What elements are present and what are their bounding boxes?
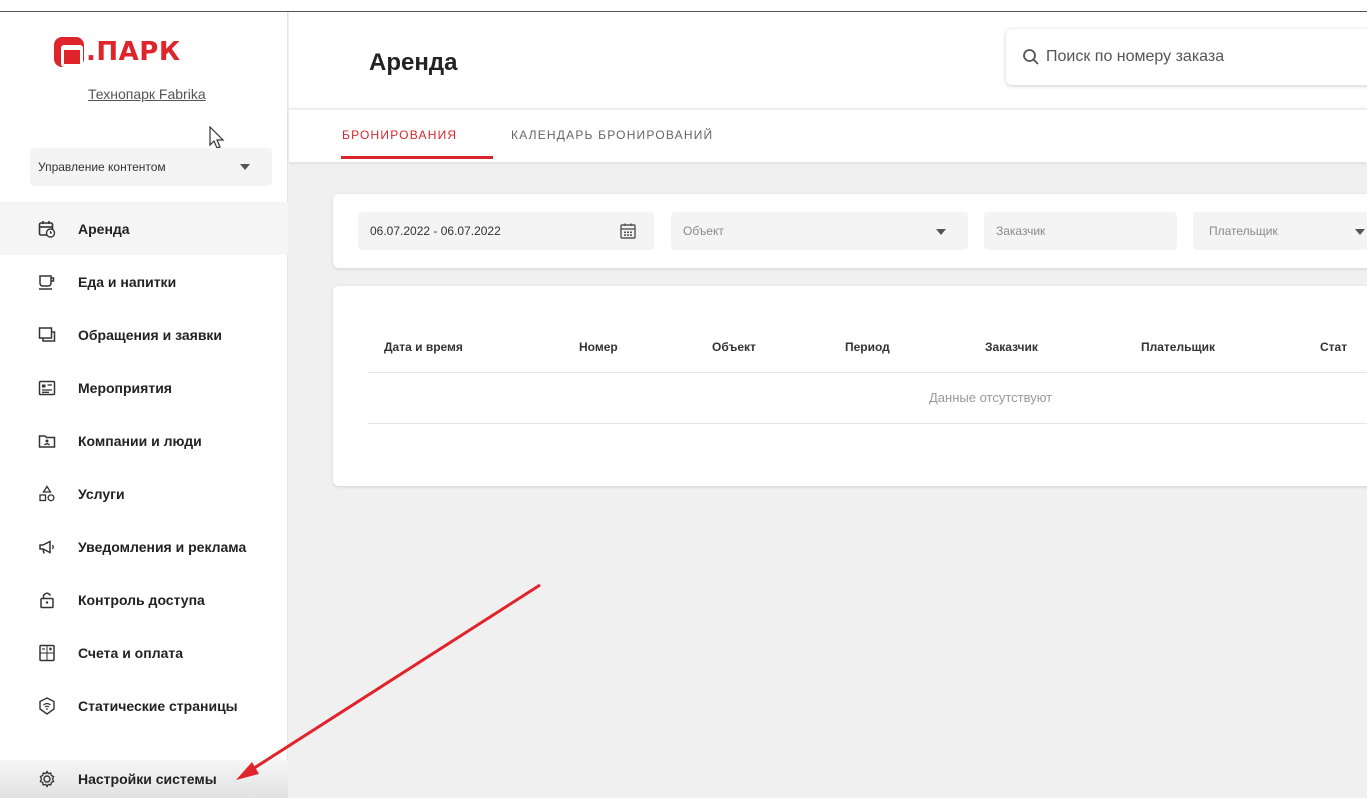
search-icon [1023, 49, 1039, 65]
shapes-icon [38, 484, 56, 503]
sidebar-item-billing[interactable]: Счета и оплата [0, 626, 288, 679]
bookings-table: Дата и время Номер Объект Период Заказчи… [333, 286, 1367, 486]
object-placeholder: Объект [683, 224, 724, 238]
folder-person-icon [38, 432, 56, 450]
organization-link[interactable]: Технопарк Fabrika [88, 86, 206, 102]
divider [368, 372, 1367, 373]
column-header[interactable]: Стат [1320, 340, 1347, 354]
payer-select[interactable]: Плательщик [1193, 212, 1367, 250]
sidebar-item-notifications[interactable]: Уведомления и реклама [0, 520, 288, 573]
mode-select[interactable]: Управление контентом [30, 148, 272, 186]
sidebar-item-rent[interactable]: Аренда [0, 202, 288, 255]
sidebar-item-label: Статические страницы [78, 697, 238, 714]
lock-icon [38, 591, 56, 609]
column-header[interactable]: Объект [712, 340, 756, 354]
date-range-field[interactable]: 06.07.2022 - 06.07.2022 [358, 212, 654, 250]
sidebar-item-settings[interactable]: Настройки системы [0, 760, 288, 798]
page-header: Аренда Поиск по номеру заказа [289, 12, 1367, 109]
sidebar-item-label: Уведомления и реклама [78, 538, 247, 555]
calculator-icon [38, 644, 56, 662]
caret-down-icon [1355, 229, 1365, 235]
sidebar-item-companies[interactable]: Компании и люди [0, 414, 288, 467]
column-header[interactable]: Дата и время [384, 340, 463, 354]
cup-icon [38, 273, 56, 291]
active-tab-indicator [341, 156, 493, 159]
column-header[interactable]: Период [845, 340, 890, 354]
logo-icon [54, 37, 84, 67]
caret-down-icon [240, 164, 250, 170]
logo[interactable]: .ПАРК [54, 37, 181, 67]
sidebar-item-events[interactable]: Мероприятия [0, 361, 288, 414]
event-card-icon [38, 379, 56, 397]
sidebar-item-access[interactable]: Контроль доступа [0, 573, 288, 626]
sidebar-item-label: Мероприятия [78, 379, 172, 396]
megaphone-icon [38, 538, 56, 556]
page-title: Аренда [369, 49, 458, 76]
column-header[interactable]: Заказчик [985, 340, 1038, 354]
sidebar-item-label: Еда и напитки [78, 273, 177, 290]
sidebar-item-label: Аренда [78, 220, 130, 237]
sidebar-nav: Аренда Еда и напитки Обращения и заявки … [0, 202, 288, 732]
shield-wifi-icon [38, 696, 56, 715]
sidebar-item-food[interactable]: Еда и напитки [0, 255, 288, 308]
sidebar-item-label: Компании и люди [78, 432, 202, 449]
tab-bookings[interactable]: БРОНИРОВАНИЯ [342, 128, 457, 142]
sidebar-item-label: Обращения и заявки [78, 326, 223, 343]
payer-placeholder: Плательщик [1209, 224, 1278, 238]
date-range-value: 06.07.2022 - 06.07.2022 [370, 224, 501, 238]
filter-panel: 06.07.2022 - 06.07.2022 Объект Заказчик … [333, 194, 1367, 268]
tabs-bar: БРОНИРОВАНИЯ КАЛЕНДАРЬ БРОНИРОВАНИЙ [289, 110, 1367, 162]
mode-select-value: Управление контентом [38, 160, 166, 174]
tab-booking-calendar[interactable]: КАЛЕНДАРЬ БРОНИРОВАНИЙ [511, 128, 713, 142]
customer-placeholder: Заказчик [996, 224, 1046, 238]
sidebar-item-requests[interactable]: Обращения и заявки [0, 308, 288, 361]
mouse-cursor-icon [209, 126, 225, 149]
gear-icon [38, 770, 56, 788]
search-input[interactable]: Поиск по номеру заказа [1006, 29, 1367, 85]
sidebar-item-label: Счета и оплата [78, 644, 184, 661]
column-header[interactable]: Номер [579, 340, 618, 354]
sidebar-item-label: Настройки системы [78, 771, 217, 787]
chat-icon [38, 326, 56, 344]
sidebar: .ПАРК Технопарк Fabrika Управление конте… [0, 12, 288, 798]
sidebar-item-label: Контроль доступа [78, 591, 205, 608]
empty-state-text: Данные отсутствуют [929, 390, 1053, 405]
window-top-bar [0, 0, 1367, 12]
search-placeholder: Поиск по номеру заказа [1046, 48, 1225, 65]
sidebar-item-services[interactable]: Услуги [0, 467, 288, 520]
divider [368, 423, 1367, 424]
object-select[interactable]: Объект [671, 212, 968, 250]
sidebar-item-label: Услуги [78, 485, 125, 502]
calendar-clock-icon [38, 220, 56, 238]
caret-down-icon [936, 229, 946, 235]
logo-text: .ПАРК [86, 37, 181, 67]
customer-input[interactable]: Заказчик [984, 212, 1177, 250]
sidebar-item-static-pages[interactable]: Статические страницы [0, 679, 288, 732]
column-header[interactable]: Плательщик [1141, 340, 1215, 354]
calendar-icon[interactable] [619, 222, 637, 240]
